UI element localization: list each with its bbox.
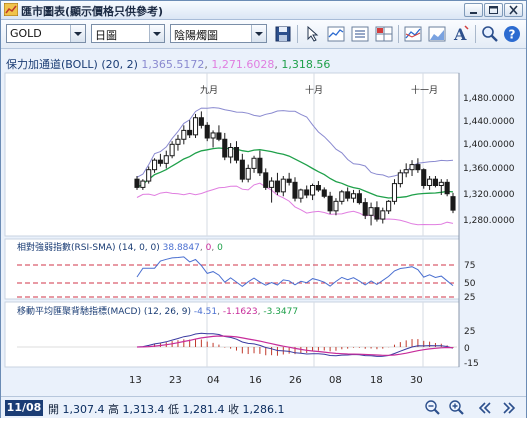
month-label: 十一月 <box>411 84 438 96</box>
current-date: 11/08 <box>5 400 43 416</box>
double-arrow-left-icon <box>478 402 491 414</box>
price-tick: 1,320.0000 <box>463 190 515 200</box>
candle <box>192 113 199 138</box>
zoom-in-icon <box>449 400 464 415</box>
close-value: 1,286.1 <box>242 403 285 416</box>
date-tick: 30 <box>410 375 423 386</box>
open-value: 1,307.4 <box>62 403 105 416</box>
high-label: 高 <box>108 403 119 416</box>
price-tick: 1,400.0000 <box>463 140 515 150</box>
high-value: 1,313.4 <box>122 403 165 416</box>
rsi-level: 75 <box>464 261 475 271</box>
low-value: 1,281.4 <box>182 403 225 416</box>
chart-area[interactable]: 九月 十月 十一月 1,480.0000 1,440.0000 1,400.00… <box>1 1 526 396</box>
ohlc-readout: 開 1,307.4 高 1,313.4 低 1,281.4 收 1,286.1 <box>48 401 285 417</box>
date-tick: 23 <box>169 375 182 386</box>
date-tick: 13 <box>129 375 142 386</box>
date-axis: 13 23 04 16 26 08 18 30 <box>129 375 423 386</box>
price-tick: 1,440.0000 <box>463 117 515 127</box>
candle <box>204 122 210 142</box>
month-label: 十月 <box>305 84 323 96</box>
price-axis: 1,480.0000 1,440.0000 1,400.0000 1,360.0… <box>458 73 515 367</box>
open-label: 開 <box>48 403 59 416</box>
scroll-right-button[interactable] <box>499 398 519 418</box>
close-label: 收 <box>228 403 239 416</box>
status-bar: 11/08 開 1,307.4 高 1,313.4 低 1,281.4 收 1,… <box>1 396 526 418</box>
low-label: 低 <box>168 403 179 416</box>
macd-level: 25 <box>464 327 475 337</box>
candle <box>421 168 427 189</box>
zoom-out-button[interactable] <box>423 398 443 418</box>
double-arrow-right-icon <box>503 402 516 414</box>
month-label: 九月 <box>200 85 218 96</box>
date-tick: 04 <box>207 375 220 386</box>
rsi-label: 相對強弱指數(RSI-SMA) (14, 0, 0) 38.8847, 0, 0 <box>17 241 223 253</box>
macd-level: -15 <box>464 359 479 369</box>
price-tick: 1,480.0000 <box>463 94 515 104</box>
rsi-level: 50 <box>464 279 476 289</box>
date-tick: 16 <box>249 375 262 386</box>
rsi-level: 25 <box>464 293 475 303</box>
date-tick: 18 <box>370 375 383 386</box>
chart-window: 匯市圖表(顯示價格只供參考) GOLD 日圖 陰陽燭圖 A ? 保力加通道(BO… <box>0 0 527 418</box>
date-tick: 26 <box>289 375 302 386</box>
price-tick: 1,360.0000 <box>463 164 515 174</box>
zoom-out-icon <box>425 400 440 415</box>
zoom-in-button[interactable] <box>447 398 467 418</box>
macd-label: 移動平均匯聚背馳指標(MACD) (12, 26, 9) -4.51, -1.1… <box>17 305 298 317</box>
price-tick: 1,280.0000 <box>463 216 515 226</box>
scroll-left-button[interactable] <box>475 398 495 418</box>
macd-level: 0 <box>464 344 470 354</box>
date-tick: 08 <box>329 375 342 386</box>
